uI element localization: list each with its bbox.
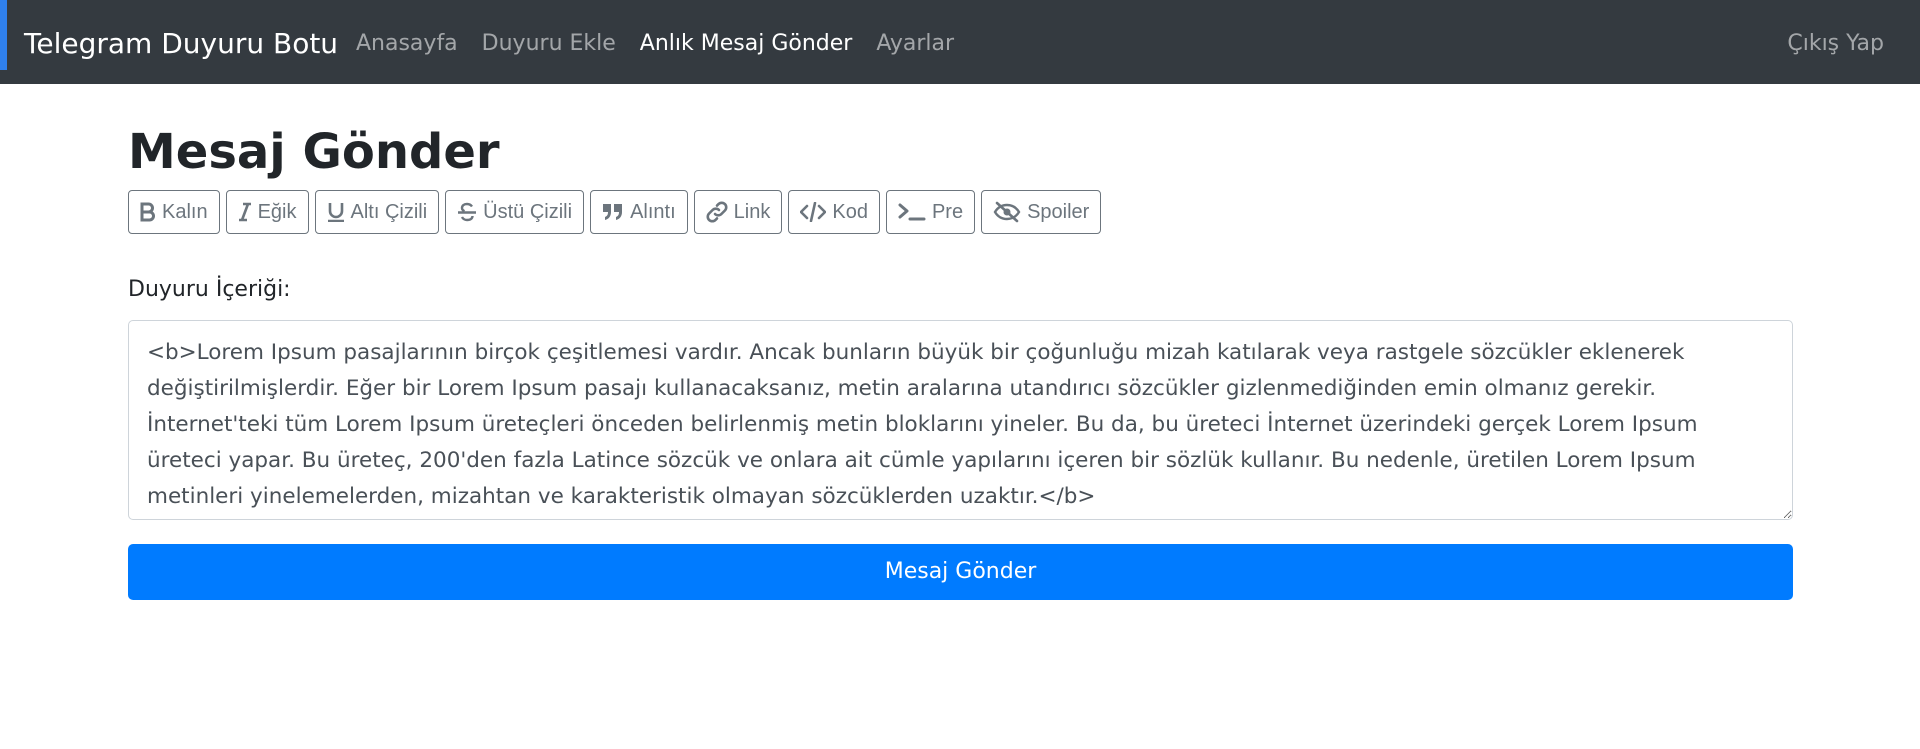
content-label: Duyuru İçeriği: <box>128 277 291 302</box>
strikethrough-button[interactable]: Üstü Çizili <box>445 190 585 234</box>
code-icon <box>800 202 827 222</box>
eye-slash-icon <box>993 201 1021 223</box>
nav-link-anlik-mesaj-gonder[interactable]: Anlık Mesaj Gönder <box>640 28 853 60</box>
pre-button-label: Pre <box>931 200 964 223</box>
code-button-label: Kod <box>832 200 868 223</box>
logout-link[interactable]: Çıkış Yap <box>1787 28 1884 60</box>
navbar-brand[interactable]: Telegram Duyuru Botu <box>24 24 338 64</box>
navbar-accent <box>0 0 7 70</box>
link-icon <box>706 201 728 223</box>
code-button[interactable]: Kod <box>788 190 880 234</box>
underline-button[interactable]: Altı Çizili <box>314 190 440 234</box>
italic-icon <box>238 202 252 222</box>
strikethrough-button-label: Üstü Çizili <box>483 200 573 223</box>
spoiler-button-label: Spoiler <box>1027 200 1090 223</box>
underline-icon <box>327 202 345 222</box>
nav-link-ayarlar[interactable]: Ayarlar <box>876 28 954 60</box>
nav-links: Anasayfa Duyuru Ekle Anlık Mesaj Gönder … <box>356 28 978 60</box>
quote-button-label: Alıntı <box>630 200 676 223</box>
quote-button[interactable]: Alıntı <box>590 190 688 234</box>
italic-button-label: Eğik <box>257 200 297 223</box>
terminal-icon <box>898 202 926 222</box>
spoiler-button[interactable]: Spoiler <box>981 190 1102 234</box>
bold-button[interactable]: Kalın <box>128 190 220 234</box>
underline-button-label: Altı Çizili <box>350 200 428 223</box>
content-textarea[interactable]: <b>Lorem Ipsum pasajlarının birçok çeşit… <box>128 320 1793 520</box>
format-toolbar: Kalın Eğik Altı Çizili Üstü Çizili Alınt… <box>128 190 1102 234</box>
link-button-label: Link <box>733 200 771 223</box>
bold-icon <box>140 202 156 222</box>
italic-button[interactable]: Eğik <box>225 190 309 234</box>
bold-button-label: Kalın <box>162 200 208 223</box>
pre-button[interactable]: Pre <box>885 190 976 234</box>
nav-link-anasayfa[interactable]: Anasayfa <box>356 28 458 60</box>
strikethrough-icon <box>457 202 477 222</box>
send-message-button[interactable]: Mesaj Gönder <box>128 544 1793 600</box>
link-button[interactable]: Link <box>693 190 783 234</box>
quote-icon <box>602 203 624 221</box>
navbar: Telegram Duyuru Botu Anasayfa Duyuru Ekl… <box>0 0 1920 84</box>
nav-link-duyuru-ekle[interactable]: Duyuru Ekle <box>482 28 616 60</box>
page-title: Mesaj Gönder <box>128 124 500 180</box>
